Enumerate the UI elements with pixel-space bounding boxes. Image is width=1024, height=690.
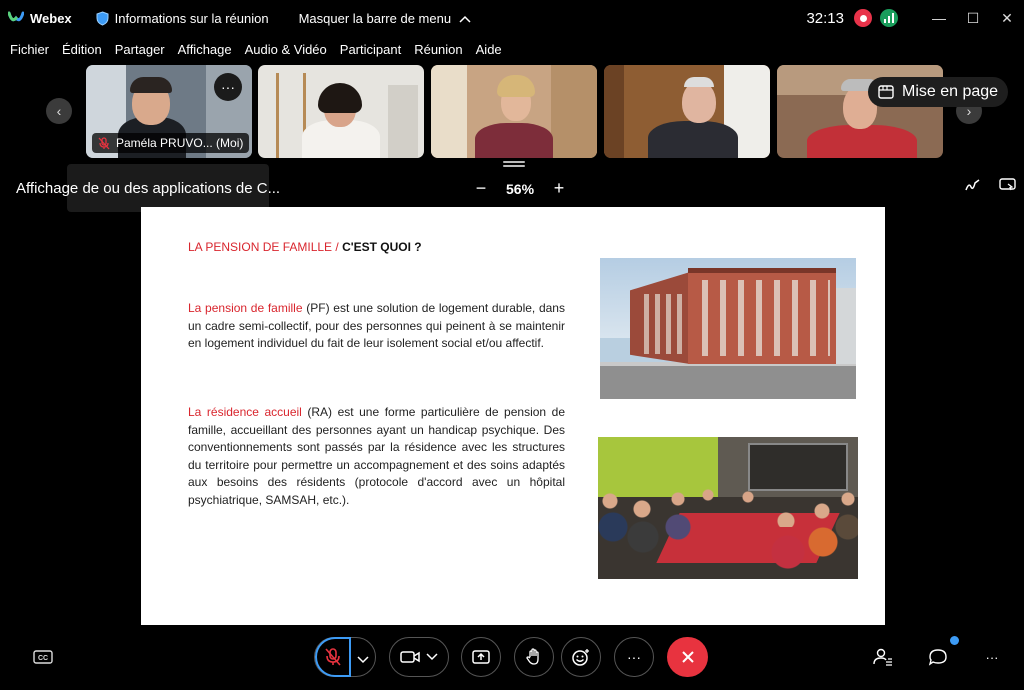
captions-button[interactable]: CC bbox=[32, 648, 54, 666]
video-tile-self[interactable]: ··· Paméla PRUVO... (Moi) bbox=[86, 65, 252, 158]
recording-icon[interactable] bbox=[854, 9, 872, 27]
network-stats-icon[interactable] bbox=[880, 9, 898, 27]
chevron-down-icon bbox=[357, 656, 369, 664]
group-dinner-photo bbox=[598, 437, 858, 579]
zoom-level: 56% bbox=[506, 180, 535, 197]
menu-audio-video[interactable]: Audio & Vidéo bbox=[245, 42, 327, 57]
menu-bar: Fichier Édition Partager Affichage Audio… bbox=[0, 38, 505, 60]
share-header: Affichage de ou des applications de C...… bbox=[0, 164, 1024, 212]
app-logo: Webex bbox=[8, 11, 72, 26]
meeting-info-button[interactable]: Informations sur la réunion bbox=[96, 11, 269, 26]
video-tile-participant-3[interactable] bbox=[431, 65, 597, 158]
self-name-label: Paméla PRUVO... (Moi) bbox=[92, 133, 250, 153]
audio-options-chevron[interactable] bbox=[357, 651, 369, 669]
layout-button-label: Mise en page bbox=[902, 83, 999, 100]
more-options-button[interactable]: ··· bbox=[614, 637, 654, 677]
menu-partager[interactable]: Partager bbox=[115, 42, 165, 57]
maximize-button[interactable]: ☐ bbox=[956, 0, 990, 36]
smiley-icon bbox=[572, 649, 589, 666]
muted-mic-icon bbox=[98, 136, 110, 149]
more-icon: ··· bbox=[985, 649, 999, 665]
chat-panel-button[interactable] bbox=[927, 647, 949, 667]
title-bar: Webex Informations sur la réunion Masque… bbox=[0, 0, 1024, 36]
shared-content-title: Affichage de ou des applications de C... bbox=[16, 180, 281, 197]
participants-panel-button[interactable] bbox=[872, 647, 894, 667]
annotate-icon[interactable] bbox=[965, 178, 981, 198]
share-content-button[interactable] bbox=[461, 637, 501, 677]
more-icon: ··· bbox=[627, 649, 641, 665]
share-screen-icon bbox=[472, 650, 490, 664]
slide-paragraph-pension: La pension de famille (PF) est une solut… bbox=[188, 301, 565, 350]
participant-strip: ‹ ··· Paméla PRUVO... (Moi) › bbox=[0, 62, 1024, 162]
resize-handle[interactable] bbox=[503, 161, 525, 167]
close-icon bbox=[681, 651, 694, 663]
muted-mic-icon bbox=[325, 648, 341, 666]
reactions-button[interactable] bbox=[561, 637, 601, 677]
panels-more-button[interactable]: ··· bbox=[982, 647, 1002, 667]
chat-icon bbox=[928, 649, 947, 666]
closed-captions-icon: CC bbox=[33, 650, 53, 664]
self-tile-more-button[interactable]: ··· bbox=[214, 73, 242, 101]
zoom-in-button[interactable]: + bbox=[550, 178, 568, 199]
shared-slide: LA PENSION DE FAMILLE / C'EST QUOI ? La … bbox=[141, 207, 885, 625]
camera-icon bbox=[400, 651, 420, 663]
chat-notification-badge bbox=[950, 636, 959, 645]
hide-menu-bar-button[interactable]: Masquer la barre de menu bbox=[299, 11, 471, 26]
meeting-info-label: Informations sur la réunion bbox=[114, 10, 269, 26]
layout-button[interactable]: Mise en page bbox=[868, 77, 1009, 107]
leave-meeting-button[interactable] bbox=[667, 637, 708, 677]
chevron-left-icon: ‹ bbox=[56, 103, 62, 119]
participants-icon bbox=[873, 648, 892, 666]
raise-hand-icon bbox=[526, 648, 539, 665]
chevron-down-icon bbox=[426, 653, 438, 661]
menu-aide[interactable]: Aide bbox=[476, 42, 502, 57]
shield-icon bbox=[96, 10, 109, 26]
unmute-button[interactable] bbox=[315, 637, 351, 677]
building-photo bbox=[600, 258, 856, 399]
video-tile-participant-4[interactable] bbox=[604, 65, 770, 158]
zoom-controls: − 56% + bbox=[472, 178, 568, 199]
slide-paragraph-residence: La résidence accueil (RA) est une forme … bbox=[188, 405, 565, 507]
menu-edition[interactable]: Édition bbox=[62, 42, 102, 57]
menu-affichage[interactable]: Affichage bbox=[178, 42, 232, 57]
remote-control-icon[interactable] bbox=[999, 178, 1016, 198]
menu-fichier[interactable]: Fichier bbox=[10, 42, 49, 57]
thumbnails-prev-button[interactable]: ‹ bbox=[46, 98, 72, 124]
meeting-timer: 32:13 bbox=[806, 9, 844, 27]
mute-button-group bbox=[314, 637, 376, 677]
raise-hand-button[interactable] bbox=[514, 637, 554, 677]
app-name: Webex bbox=[30, 10, 72, 26]
hide-menu-label: Masquer la barre de menu bbox=[298, 10, 452, 26]
chevron-up-icon bbox=[459, 11, 471, 26]
video-tile-participant-2[interactable] bbox=[258, 65, 424, 158]
video-button[interactable] bbox=[389, 637, 449, 677]
svg-text:CC: CC bbox=[38, 655, 48, 662]
meeting-controls-bar: CC ··· ··· bbox=[0, 628, 1024, 690]
layout-icon bbox=[878, 85, 894, 99]
more-icon: ··· bbox=[221, 79, 235, 95]
menu-participant[interactable]: Participant bbox=[340, 42, 401, 57]
close-window-button[interactable]: ✕ bbox=[990, 0, 1024, 36]
minimize-button[interactable]: — bbox=[922, 0, 956, 36]
slide-title: LA PENSION DE FAMILLE / C'EST QUOI ? bbox=[188, 240, 422, 254]
webex-logo-icon bbox=[8, 11, 24, 22]
menu-reunion[interactable]: Réunion bbox=[414, 42, 462, 57]
zoom-out-button[interactable]: − bbox=[472, 178, 490, 199]
